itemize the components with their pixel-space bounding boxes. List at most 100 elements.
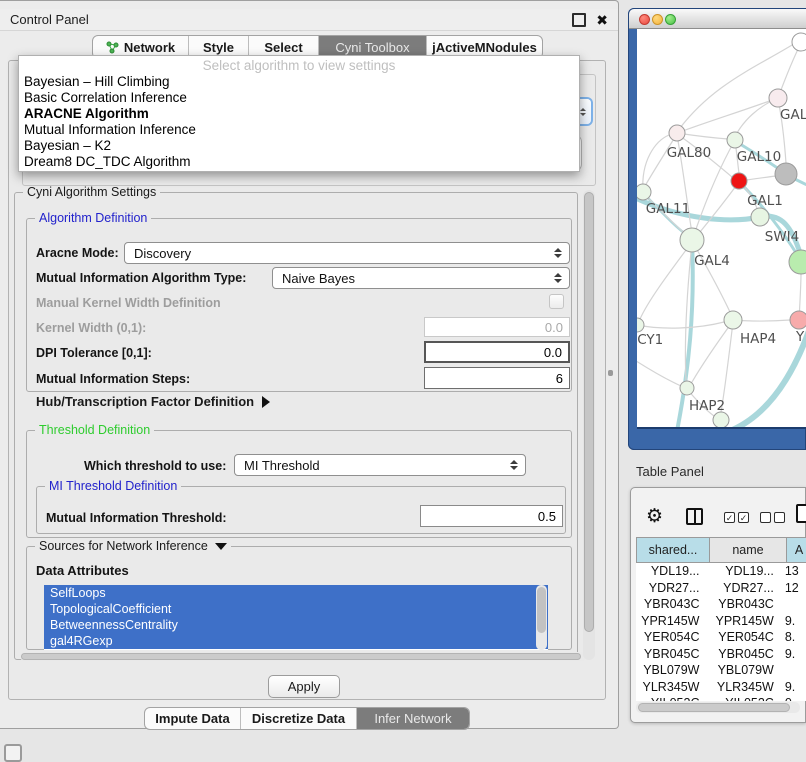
data-attribute-item[interactable]: gal4RGexp xyxy=(44,633,548,649)
network-view-window: GALGAL80GAL10GAL1GAL11SWI4GAL4GCY1HAP4YH… xyxy=(628,8,806,450)
bottom-tab-impute-data[interactable]: Impute Data xyxy=(145,708,241,729)
dpi-tolerance-field[interactable]: 0.0 xyxy=(424,341,570,363)
which-threshold-combo[interactable]: MI Threshold xyxy=(234,454,526,476)
network-node[interactable] xyxy=(637,184,651,200)
network-node[interactable] xyxy=(669,125,685,141)
node-label: GAL10 xyxy=(737,149,781,165)
network-node[interactable] xyxy=(792,33,806,51)
aracne-mode-combo[interactable]: Discovery xyxy=(124,242,570,264)
network-node[interactable] xyxy=(775,163,797,185)
algorithm-dropdown-popup: Select algorithm to view settings Bayesi… xyxy=(18,55,580,172)
float-panel-icon[interactable] xyxy=(572,13,586,27)
sources-toggle[interactable]: Sources for Network Inference xyxy=(35,539,231,553)
apply-button[interactable]: Apply xyxy=(268,675,340,698)
which-threshold-label: Which threshold to use: xyxy=(84,459,226,473)
hub-definition-label: Hub/Transcription Factor Definition xyxy=(36,394,254,409)
expanded-arrow-icon xyxy=(215,543,227,550)
table-panel-title: Table Panel xyxy=(636,464,704,479)
kernel-width-field[interactable]: 0.0 xyxy=(424,317,570,337)
algorithm-dropdown-placeholder: Select algorithm to view settings xyxy=(19,58,579,74)
node-label: GAL80 xyxy=(667,145,711,161)
mi-steps-field[interactable]: 6 xyxy=(424,367,570,389)
sources-title: Sources for Network Inference xyxy=(39,539,208,553)
kernel-width-label: Kernel Width (0,1): xyxy=(36,321,146,335)
network-canvas[interactable]: GALGAL80GAL10GAL1GAL11SWI4GAL4GCY1HAP4YH… xyxy=(637,29,806,429)
network-edge xyxy=(637,322,724,328)
combo-arrows-icon xyxy=(554,248,562,258)
network-edge xyxy=(640,242,692,319)
algorithm-definition-title: Algorithm Definition xyxy=(35,211,151,225)
bottom-tab-infer-network[interactable]: Infer Network xyxy=(357,708,469,729)
network-node[interactable] xyxy=(713,412,729,428)
apply-button-label: Apply xyxy=(288,679,321,694)
tab-label: Cyni Toolbox xyxy=(335,40,409,55)
node-label: HAP2 xyxy=(689,398,725,414)
table-panel-window xyxy=(630,487,806,723)
network-node[interactable] xyxy=(724,311,742,329)
manual-kernel-width-checkbox[interactable] xyxy=(549,294,564,309)
combo-arrows-icon xyxy=(510,460,518,470)
hub-definition-toggle[interactable]: Hub/Transcription Factor Definition xyxy=(36,394,270,409)
window-close-icon[interactable] xyxy=(639,14,650,25)
aracne-mode-label: Aracne Mode: xyxy=(36,246,119,260)
data-attribute-item[interactable]: BetweennessCentrality xyxy=(44,617,548,633)
minimized-panel-icon[interactable] xyxy=(4,744,22,762)
split-pane-handle[interactable] xyxy=(608,370,613,376)
network-node[interactable] xyxy=(789,250,806,274)
algorithm-option[interactable]: Dream8 DC_TDC Algorithm xyxy=(19,154,579,170)
node-label: GAL11 xyxy=(646,201,690,217)
algorithm-option[interactable]: Bayesian – Hill Climbing xyxy=(19,74,579,90)
mi-algorithm-type-label: Mutual Information Algorithm Type: xyxy=(36,271,246,285)
bottom-tabbar: Impute Data Discretize Data Infer Network xyxy=(144,707,470,730)
settings-vscrollbar[interactable] xyxy=(583,190,595,660)
tab-label: Infer Network xyxy=(374,711,451,726)
network-node[interactable] xyxy=(769,89,787,107)
control-panel-titlebar: Control Panel ✖ xyxy=(0,9,618,31)
collapsed-arrow-icon xyxy=(262,396,270,408)
attribute-list-scrollbar[interactable] xyxy=(536,585,547,650)
dpi-tolerance-value: 0.0 xyxy=(544,345,562,360)
data-attribute-item[interactable]: SelfLoops xyxy=(44,585,548,601)
network-view-titlebar[interactable] xyxy=(629,9,806,29)
mi-steps-value: 6 xyxy=(556,371,563,386)
mi-steps-label: Mutual Information Steps: xyxy=(36,372,190,386)
network-edge xyxy=(700,182,739,232)
network-node[interactable] xyxy=(751,208,769,226)
tab-label: Style xyxy=(203,40,234,55)
algorithm-option[interactable]: Bayesian – K2 xyxy=(19,138,579,154)
algorithm-option[interactable]: Basic Correlation Inference xyxy=(19,90,579,106)
node-label: HAP4 xyxy=(740,331,776,347)
network-node[interactable] xyxy=(727,132,743,148)
network-node[interactable] xyxy=(680,381,694,395)
close-panel-icon[interactable]: ✖ xyxy=(596,15,608,25)
tab-label: Select xyxy=(264,40,302,55)
node-label: Y xyxy=(795,329,805,345)
network-graph: GALGAL80GAL10GAL1GAL11SWI4GAL4GCY1HAP4YH… xyxy=(637,29,806,429)
node-label: GAL4 xyxy=(694,253,730,269)
algorithm-dropdown-list: Bayesian – Hill ClimbingBasic Correlatio… xyxy=(19,74,579,170)
network-edge xyxy=(677,98,778,133)
mi-threshold-field[interactable]: 0.5 xyxy=(420,505,563,527)
node-label: SWI4 xyxy=(765,229,800,245)
settings-hscrollbar[interactable] xyxy=(20,652,586,661)
which-threshold-value: MI Threshold xyxy=(244,458,320,473)
algorithm-option[interactable]: ARACNE Algorithm xyxy=(19,106,579,122)
data-attribute-item[interactable]: TopologicalCoefficient xyxy=(44,601,548,617)
mi-threshold-value: 0.5 xyxy=(538,509,556,524)
network-edge xyxy=(637,359,681,386)
algorithm-option[interactable]: Mutual Information Inference xyxy=(19,122,579,138)
mi-algorithm-type-value: Naive Bayes xyxy=(282,271,355,286)
network-node[interactable] xyxy=(731,173,747,189)
network-node[interactable] xyxy=(680,228,704,252)
mi-algorithm-type-combo[interactable]: Naive Bayes xyxy=(272,267,570,289)
window-minimize-icon[interactable] xyxy=(652,14,663,25)
network-icon xyxy=(106,41,119,54)
data-attributes-list[interactable]: SelfLoopsTopologicalCoefficientBetweenne… xyxy=(44,585,548,650)
network-node[interactable] xyxy=(790,311,806,329)
tab-label: Discretize Data xyxy=(252,711,345,726)
window-zoom-icon[interactable] xyxy=(665,14,676,25)
tab-label: Network xyxy=(124,40,175,55)
network-node[interactable] xyxy=(637,318,644,332)
control-panel-title: Control Panel xyxy=(10,12,89,27)
bottom-tab-discretize-data[interactable]: Discretize Data xyxy=(241,708,357,729)
